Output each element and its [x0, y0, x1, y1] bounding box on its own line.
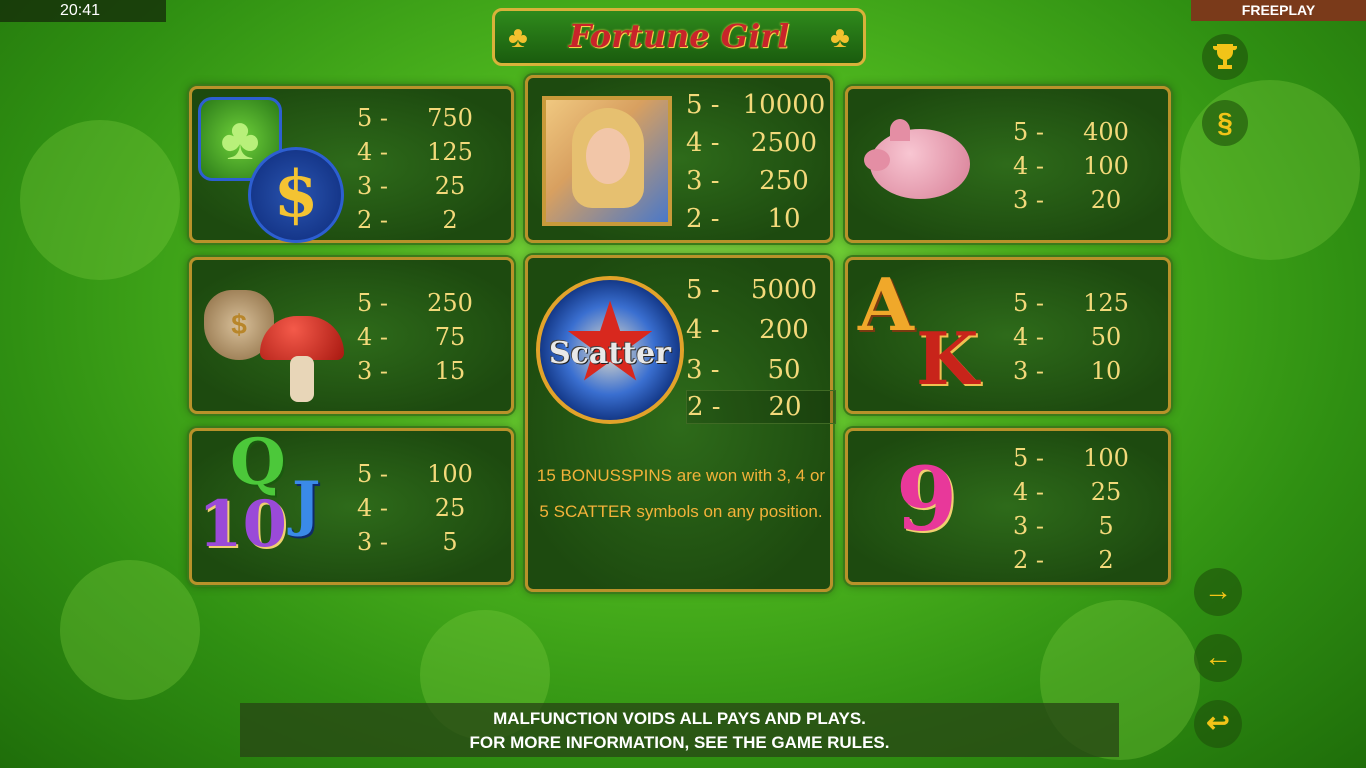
- payout-rows: 5 -10000 4 -2500 3 -250 2 -10: [686, 86, 834, 238]
- previous-page-button[interactable]: ←: [1194, 634, 1242, 682]
- payout-row: 5 -125: [1013, 289, 1129, 317]
- paytable-panel-qj10: Q J 10 5 -100 4 -25 3 -5: [189, 425, 514, 585]
- mushroom-icon: [260, 316, 344, 406]
- payout-row: 4 -2500: [686, 128, 818, 158]
- payout-row: 4 -100: [1013, 152, 1129, 180]
- letter-j-symbol: J: [292, 469, 321, 539]
- payout-row: 4 -50: [1013, 323, 1122, 351]
- payout-rows: 5 -125 4 -50 3 -10: [1013, 286, 1151, 388]
- letter-a-symbol: A: [858, 262, 914, 347]
- payout-row: 4 -75: [357, 323, 466, 351]
- payout-row: 4 -200: [686, 315, 809, 345]
- payout-rows: 5 -100 4 -25 3 -5 2 -2: [1013, 441, 1151, 577]
- letter-k-symbol: K: [916, 316, 979, 401]
- payout-rows: 5 -250 4 -75 3 -15: [357, 286, 495, 388]
- back-button[interactable]: ↩: [1194, 700, 1242, 748]
- freeplay-badge: FREEPLAY: [1191, 0, 1366, 21]
- payout-rows: 5 -100 4 -25 3 -5: [357, 457, 495, 559]
- paytable-panel-nine: 9 5 -100 4 -25 3 -5 2 -2: [845, 428, 1171, 585]
- fortune-girl-portrait: [542, 96, 672, 226]
- payout-row-highlighted: 2 -20: [686, 390, 836, 424]
- footer-line-1: MALFUNCTION VOIDS ALL PAYS AND PLAYS.: [493, 709, 866, 728]
- clock: 20:41: [0, 0, 166, 22]
- piggy-bank-icon: [864, 119, 970, 199]
- number-10-symbol: 10: [198, 487, 288, 562]
- next-page-button[interactable]: →: [1194, 568, 1242, 616]
- scatter-label: Scatter: [549, 336, 671, 371]
- payout-row: 3 -15: [357, 357, 466, 385]
- paytable-panel-clover-dollar: ♣ $ 5 -750 4 -125 3 -25 2 -2: [189, 86, 514, 243]
- number-9-symbol: 9: [896, 447, 958, 551]
- dollar-symbol-icon: $: [248, 147, 344, 243]
- payout-row: 3 -10: [1013, 357, 1122, 385]
- payout-row: 5 -400: [1013, 118, 1129, 146]
- payout-row: 3 -20: [1013, 186, 1122, 214]
- paytable-panel-girl: 5 -10000 4 -2500 3 -250 2 -10: [525, 75, 833, 243]
- clover-icon: ♣: [830, 21, 850, 54]
- payout-row: 2 -2: [357, 206, 458, 234]
- payout-row: 5 -5000: [686, 275, 818, 305]
- payout-row: 5 -10000: [686, 90, 826, 120]
- payout-row: 4 -25: [1013, 478, 1122, 506]
- footer-line-2: FOR MORE INFORMATION, SEE THE GAME RULES…: [469, 733, 890, 752]
- paytable-panel-scatter: ★ Scatter 5 -5000 4 -200 3 -50 2 -20 15 …: [525, 255, 836, 592]
- payout-row: 3 -25: [357, 172, 466, 200]
- payout-rows: 5 -750 4 -125 3 -25 2 -2: [357, 101, 495, 237]
- girl-face-shape: [586, 128, 630, 184]
- paytable-panel-ak: A K 5 -125 4 -50 3 -10: [845, 257, 1171, 414]
- background-clover: [20, 120, 180, 280]
- paytable-panel-bag-mushroom: $ 5 -250 4 -75 3 -15: [189, 257, 514, 414]
- payout-row: 3 -50: [686, 355, 801, 385]
- payout-rows: 5 -5000 4 -200 3 -50 2 -20: [686, 270, 836, 424]
- payout-row: 2 -2: [1013, 546, 1114, 574]
- game-title: Fortune Girl: [568, 17, 790, 55]
- clover-icon: ♣: [508, 21, 528, 54]
- payout-row: 3 -5: [1013, 512, 1114, 540]
- payout-row: 4 -125: [357, 138, 473, 166]
- payout-row: 5 -250: [357, 289, 473, 317]
- trophy-icon: [1213, 44, 1237, 69]
- rules-button[interactable]: §: [1202, 100, 1248, 146]
- payout-rows: 5 -400 4 -100 3 -20: [1013, 115, 1151, 217]
- payout-row: 2 -10: [686, 204, 801, 234]
- footer-notice: MALFUNCTION VOIDS ALL PAYS AND PLAYS. FO…: [240, 703, 1119, 757]
- payout-row: 5 -100: [357, 460, 473, 488]
- payout-row: 4 -25: [357, 494, 466, 522]
- scatter-description: 15 BONUSSPINS are won with 3, 4 or 5 SCA…: [536, 466, 826, 521]
- trophy-button[interactable]: [1202, 34, 1248, 80]
- payout-row: 3 -5: [357, 528, 458, 556]
- paytable-panel-pig: 5 -400 4 -100 3 -20: [845, 86, 1171, 243]
- payout-row: 3 -250: [686, 166, 809, 196]
- game-logo: ♣ Fortune Girl ♣: [492, 8, 866, 66]
- background-clover: [60, 560, 200, 700]
- payout-row: 5 -100: [1013, 444, 1129, 472]
- payout-row: 5 -750: [357, 104, 473, 132]
